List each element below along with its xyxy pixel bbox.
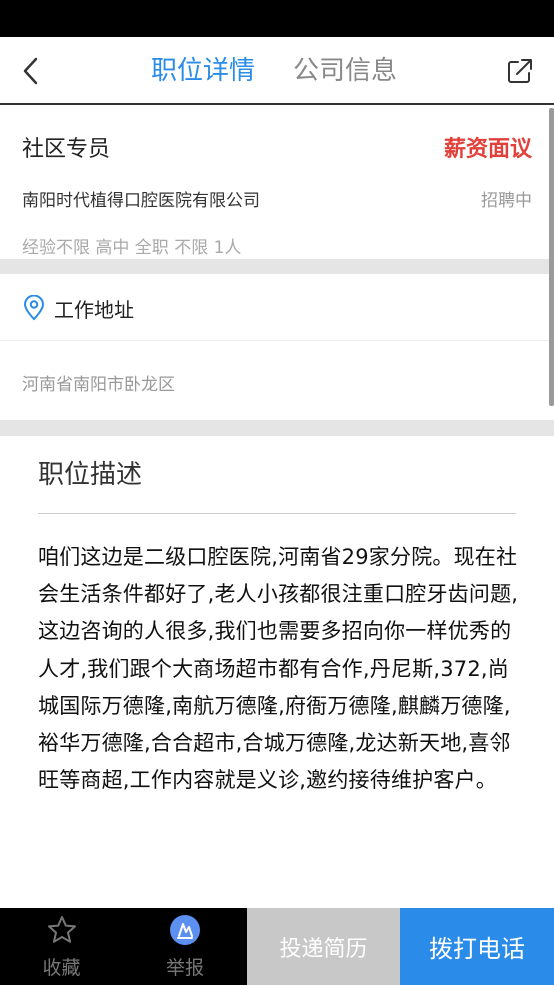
description-divider [38, 513, 516, 514]
work-address-value[interactable]: 河南省南阳市卧龙区 [22, 370, 175, 395]
section-divider [0, 420, 554, 436]
top-nav-bar: 职位详情 公司信息 [0, 37, 554, 105]
tab-company-info[interactable]: 公司信息 [293, 51, 397, 91]
tab-job-details[interactable]: 职位详情 [151, 51, 255, 91]
favorite-button[interactable]: 收藏 [0, 908, 123, 985]
scrollbar[interactable] [549, 108, 554, 406]
chevron-left-icon [23, 57, 38, 85]
job-description-title: 职位描述 [38, 460, 143, 490]
job-summary: 社区专员 薪资面议 南阳时代植得口腔医院有限公司 招聘中 经验不限 高中 全职 … [0, 107, 554, 259]
favorite-label: 收藏 [42, 957, 81, 979]
job-description-text: 咱们这边是二级口腔医院,河南省29家分院。现在社会生活条件都好了,老人小孩都很注… [38, 545, 519, 793]
status-bar [0, 0, 554, 37]
report-icon [170, 915, 200, 945]
recruit-status-badge: 招聘中 [481, 191, 532, 211]
salary-label: 薪资面议 [443, 137, 532, 162]
back-button[interactable] [12, 51, 48, 91]
share-button[interactable] [502, 53, 538, 89]
report-label: 举报 [165, 957, 204, 979]
report-button[interactable]: 举报 [123, 908, 247, 985]
location-pin-icon [23, 295, 45, 321]
bottom-action-bar: 收藏 举报 投递简历 拨打电话 [0, 908, 554, 985]
section-divider [0, 259, 554, 274]
job-description-section: 职位描述 咱们这边是二级口腔医院,河南省29家分院。现在社会生活条件都好了,老人… [0, 436, 554, 908]
star-icon [47, 916, 76, 943]
work-address-label: 工作地址 [54, 298, 134, 322]
job-requirements: 经验不限 高中 全职 不限 1人 [22, 238, 242, 258]
submit-resume-button[interactable]: 投递简历 [247, 908, 400, 985]
work-address-header: 工作地址 [0, 274, 554, 341]
share-icon [508, 59, 532, 83]
call-phone-button[interactable]: 拨打电话 [400, 908, 554, 985]
company-name[interactable]: 南阳时代植得口腔医院有限公司 [22, 186, 260, 211]
job-title: 社区专员 [22, 137, 111, 162]
